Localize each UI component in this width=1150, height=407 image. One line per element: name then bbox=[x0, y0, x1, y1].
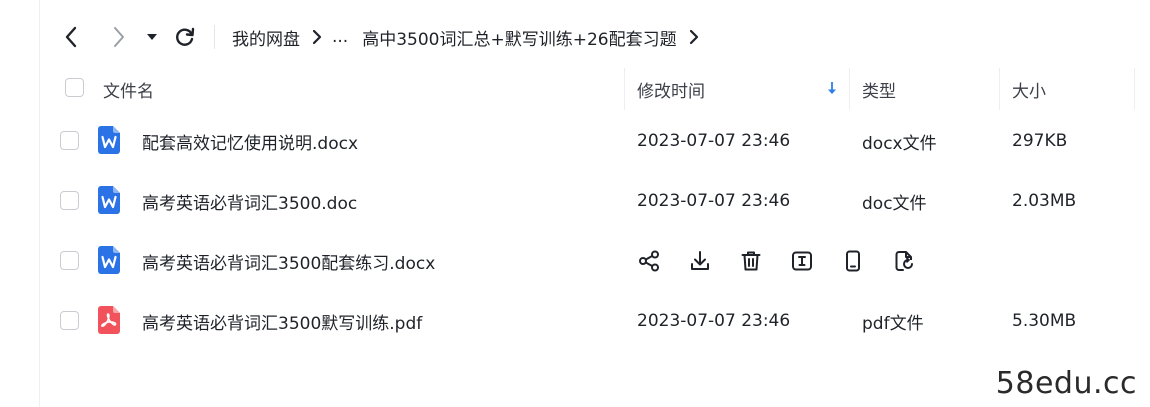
column-header-modified[interactable]: 修改时间 bbox=[637, 68, 705, 110]
modified-time: 2023-07-07 23:46 bbox=[637, 311, 791, 331]
table-row[interactable]: 配套高效记忆使用说明.docx 2023-07-07 23:46 docx文件 … bbox=[40, 111, 1150, 171]
rename-button[interactable] bbox=[790, 249, 814, 273]
chevron-right-icon bbox=[312, 29, 322, 45]
pdf-icon bbox=[98, 306, 120, 334]
chevron-right-icon bbox=[689, 29, 699, 45]
word-doc-icon bbox=[98, 246, 120, 274]
file-size: 297KB bbox=[1012, 131, 1068, 151]
file-size: 5.30MB bbox=[1012, 311, 1077, 331]
rename-icon bbox=[792, 251, 812, 271]
download-button[interactable] bbox=[688, 249, 712, 273]
share-icon bbox=[639, 250, 659, 272]
toolbar: 我的网盘 ... 高中3500词汇总+默写训练+26配套习题 bbox=[40, 0, 1150, 70]
sort-descending-icon[interactable] bbox=[826, 81, 838, 101]
table-row[interactable]: 高考英语必背词汇3500默写训练.pdf 2023-07-07 23:46 pd… bbox=[40, 291, 1150, 351]
table-header: 文件名 修改时间 类型 大小 bbox=[40, 68, 1150, 110]
file-type: pdf文件 bbox=[862, 313, 924, 334]
select-all-checkbox[interactable] bbox=[65, 78, 84, 97]
column-divider bbox=[624, 68, 625, 110]
file-size: 2.03MB bbox=[1012, 191, 1077, 211]
history-dropdown-button[interactable] bbox=[140, 20, 164, 54]
chevron-right-icon bbox=[114, 27, 124, 47]
share-button[interactable] bbox=[637, 249, 661, 273]
download-icon bbox=[691, 251, 709, 270]
row-checkbox[interactable] bbox=[60, 191, 79, 210]
breadcrumb-root[interactable]: 我的网盘 bbox=[232, 25, 300, 50]
refresh-icon bbox=[176, 27, 195, 46]
word-doc-icon bbox=[98, 186, 120, 214]
forward-button[interactable] bbox=[102, 20, 136, 54]
row-actions bbox=[637, 249, 943, 273]
breadcrumb: 我的网盘 ... 高中3500词汇总+默写训练+26配套习题 bbox=[232, 20, 709, 54]
column-header-name[interactable]: 文件名 bbox=[103, 68, 154, 110]
file-name[interactable]: 高考英语必背词汇3500.doc bbox=[142, 171, 357, 231]
delete-icon bbox=[741, 251, 761, 271]
file-name[interactable]: 配套高效记忆使用说明.docx bbox=[142, 111, 358, 171]
word-doc-icon bbox=[98, 126, 120, 154]
table-row[interactable]: 高考英语必背词汇3500.doc 2023-07-07 23:46 doc文件 … bbox=[40, 171, 1150, 231]
toolbar-divider bbox=[214, 25, 215, 49]
table-row[interactable]: 高考英语必背词汇3500配套练习.docx bbox=[40, 231, 1150, 291]
back-button[interactable] bbox=[54, 20, 88, 54]
chevron-left-icon bbox=[65, 26, 77, 48]
copy-icon bbox=[895, 251, 913, 271]
column-divider bbox=[1134, 68, 1135, 110]
mobile-icon bbox=[846, 250, 860, 272]
file-name[interactable]: 高考英语必背词汇3500配套练习.docx bbox=[142, 231, 435, 291]
row-checkbox[interactable] bbox=[60, 131, 79, 150]
watermark: 58edu.cc bbox=[995, 366, 1137, 401]
file-type: doc文件 bbox=[862, 193, 927, 214]
column-header-type[interactable]: 类型 bbox=[862, 68, 896, 110]
breadcrumb-ellipsis[interactable]: ... bbox=[332, 27, 348, 47]
send-to-mobile-button[interactable] bbox=[841, 249, 865, 273]
modified-time: 2023-07-07 23:46 bbox=[637, 131, 791, 151]
file-name[interactable]: 高考英语必背词汇3500默写训练.pdf bbox=[142, 291, 422, 351]
column-divider bbox=[999, 68, 1000, 110]
file-type: docx文件 bbox=[862, 133, 937, 154]
row-checkbox[interactable] bbox=[60, 251, 79, 270]
copy-button[interactable] bbox=[892, 249, 916, 273]
column-divider bbox=[849, 68, 850, 110]
left-rail bbox=[0, 0, 40, 407]
column-header-size[interactable]: 大小 bbox=[1012, 68, 1046, 110]
breadcrumb-current[interactable]: 高中3500词汇总+默写训练+26配套习题 bbox=[362, 25, 676, 50]
row-checkbox[interactable] bbox=[60, 311, 79, 330]
modified-time: 2023-07-07 23:46 bbox=[637, 191, 791, 211]
refresh-button[interactable] bbox=[168, 20, 202, 54]
delete-button[interactable] bbox=[739, 249, 763, 273]
caret-down-icon bbox=[147, 34, 157, 40]
